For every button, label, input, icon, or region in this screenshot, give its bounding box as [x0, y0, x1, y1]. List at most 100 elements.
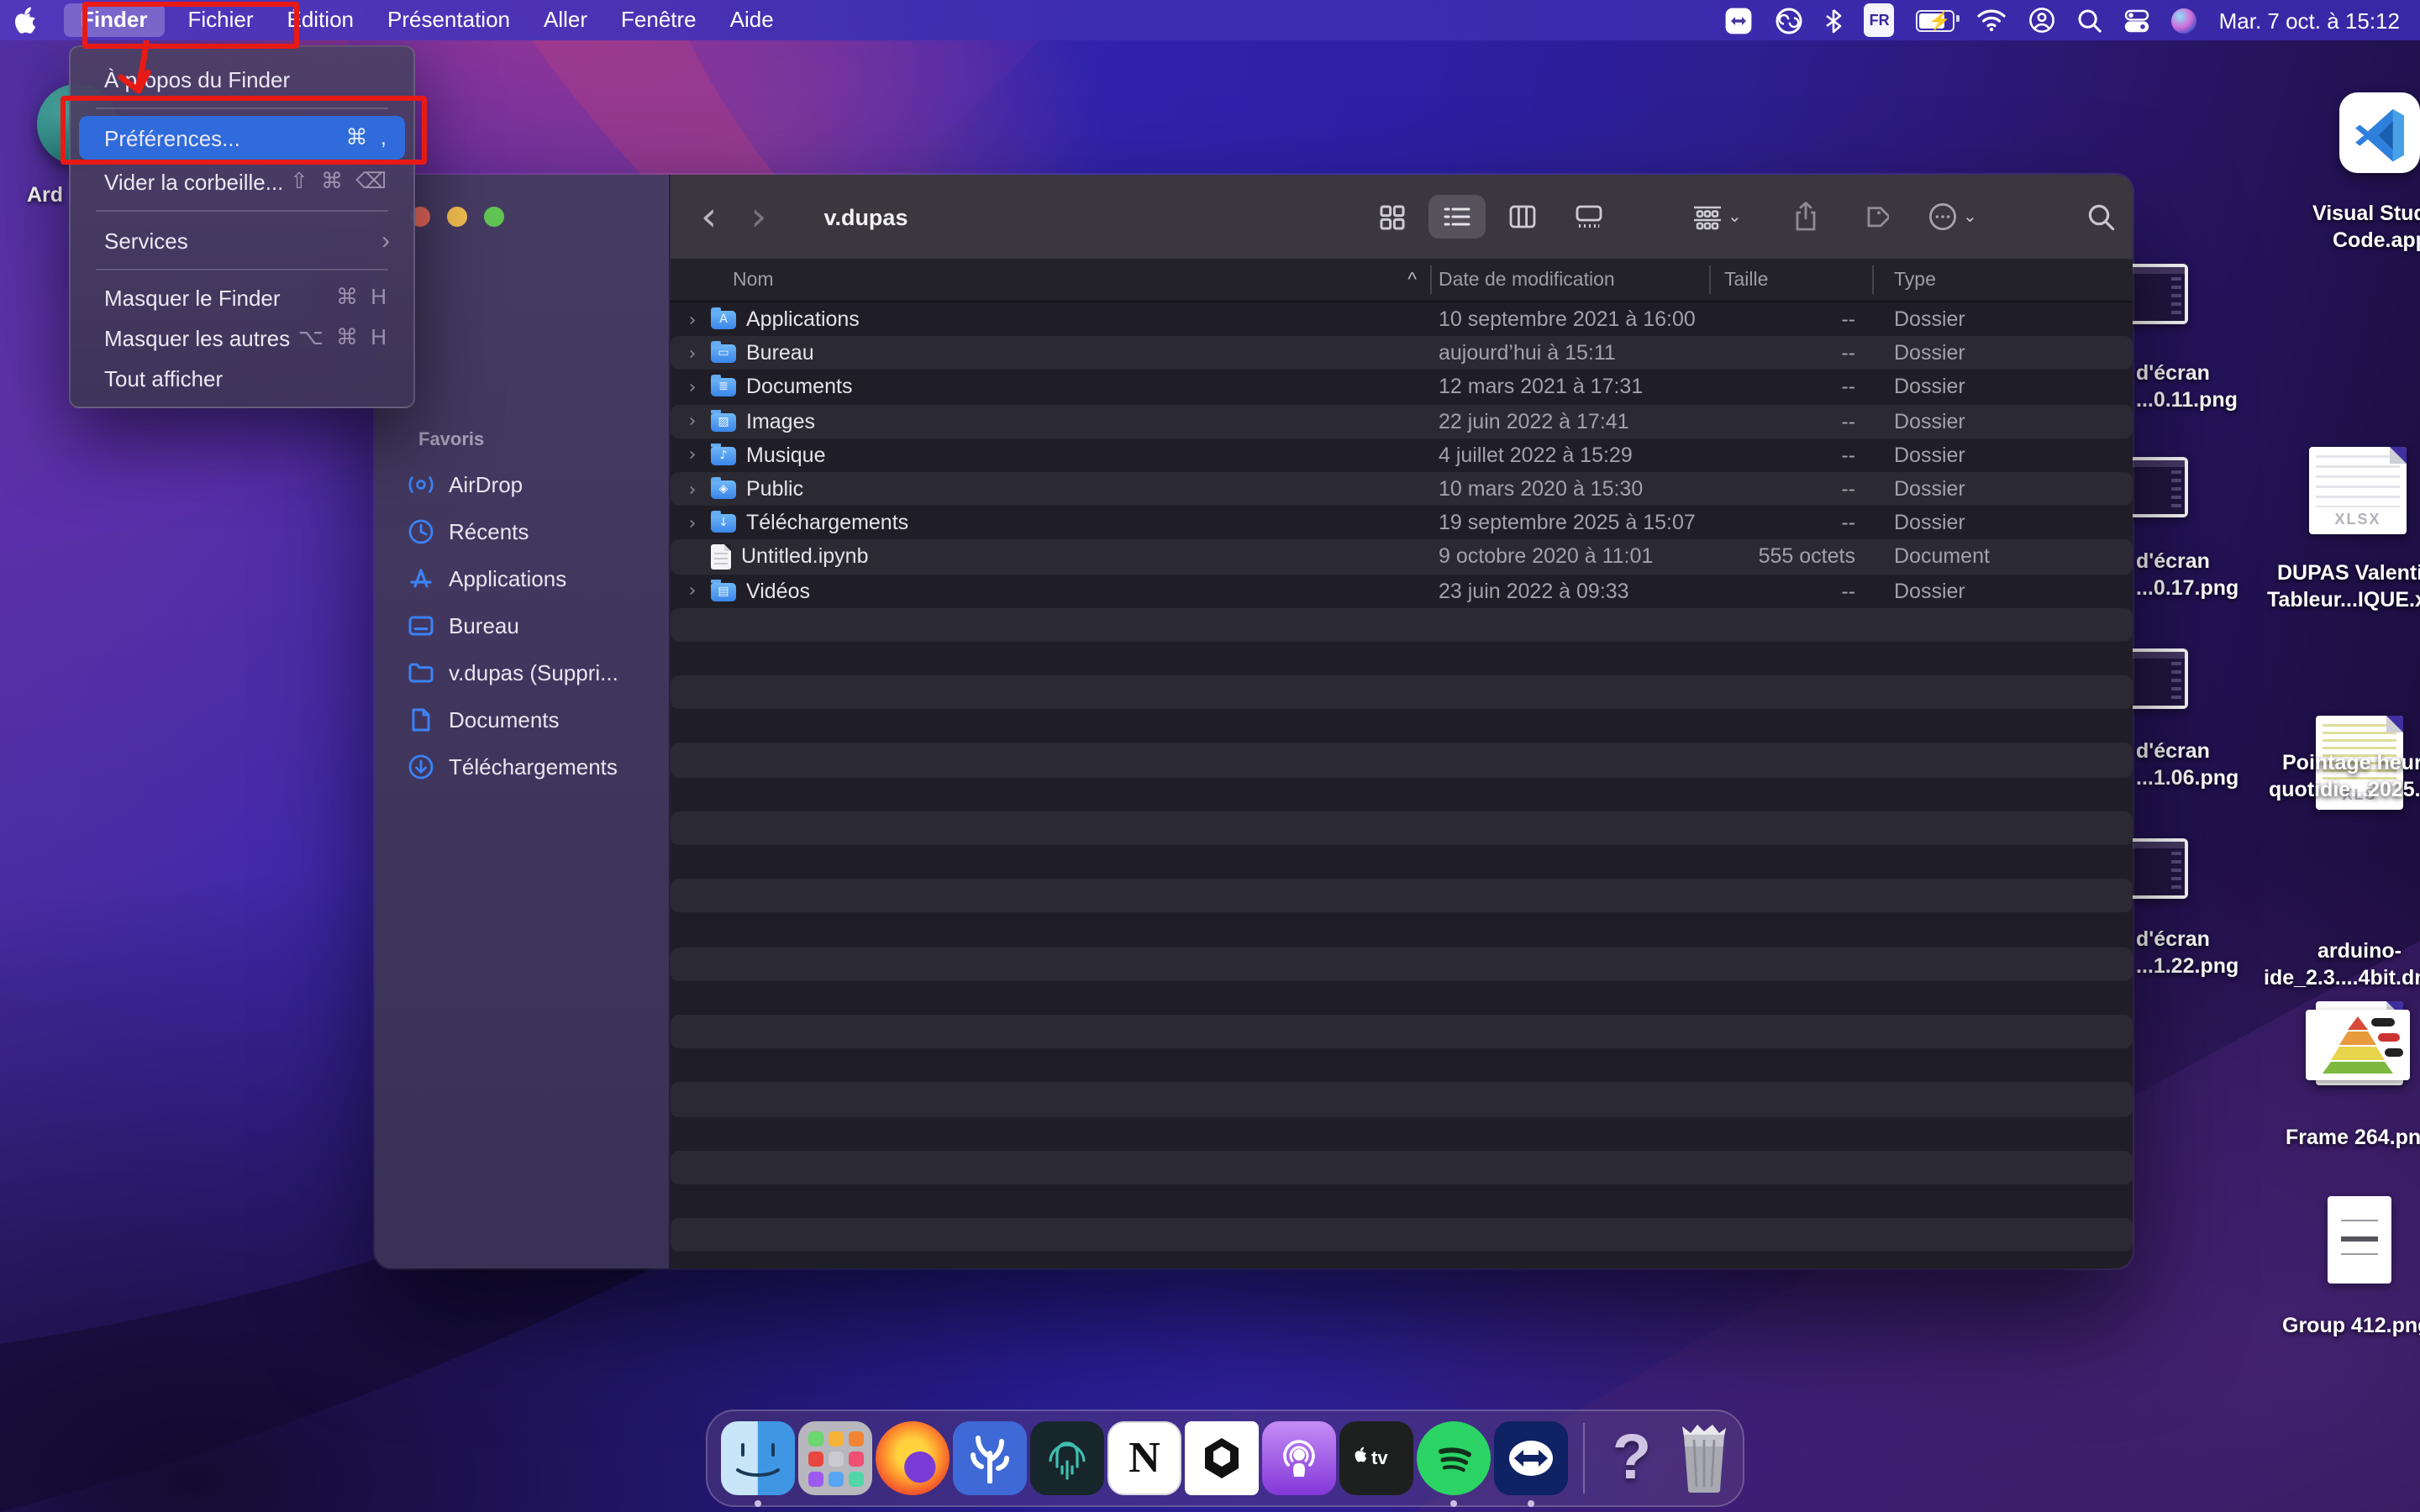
dock: N tv — [706, 1410, 1744, 1507]
menu-finder[interactable]: Finder — [64, 3, 164, 37]
menu-item-a-propos[interactable]: À propos du Finder — [79, 57, 405, 101]
file-row-videos[interactable]: ›▤Vidéos 23 juin 2022 à 09:33--Dossier — [671, 574, 2133, 607]
sidebar-item-recents[interactable]: Récents — [392, 507, 659, 554]
share-button[interactable] — [1793, 202, 1818, 232]
menu-fenetre[interactable]: Fenêtre — [604, 3, 713, 37]
empty-row — [671, 710, 2133, 743]
sidebar-item-airdrop[interactable]: AirDrop — [392, 460, 659, 507]
minimize-button[interactable] — [447, 207, 467, 227]
siri-icon[interactable] — [2172, 8, 2197, 33]
dock-podcasts[interactable] — [1260, 1420, 1338, 1497]
desktop-icon-xlsx[interactable]: XLSX — [2309, 447, 2407, 534]
dock-spotify[interactable] — [1415, 1420, 1492, 1497]
menu-item-services[interactable]: Services› — [79, 218, 405, 262]
column-header-taille[interactable]: Taille — [1724, 270, 1768, 290]
column-header-type[interactable]: Type — [1894, 270, 1936, 290]
dock-apple-tv[interactable]: tv — [1338, 1420, 1415, 1497]
desktop-icon-frame264[interactable] — [2306, 1010, 2410, 1080]
file-row-documents[interactable]: ›≣Documents 12 mars 2021 à 17:31--Dossie… — [671, 370, 2133, 404]
teamviewer-status-icon[interactable] — [1725, 7, 1754, 34]
file-row-musique[interactable]: ›♪Musique 4 juillet 2022 à 15:29--Dossie… — [671, 438, 2133, 472]
sidebar-item-label: Récents — [449, 518, 529, 543]
menu-aller[interactable]: Aller — [527, 3, 604, 37]
grid-view-icon — [1379, 204, 1404, 229]
empty-row — [671, 642, 2133, 675]
menu-item-masquer-autres[interactable]: Masquer les autres⌥ ⌘ H — [79, 318, 405, 358]
sidebar-item-documents[interactable]: Documents — [392, 696, 659, 743]
pyramid-thumbnail-icon — [2311, 1015, 2405, 1075]
sidebar-item-label: v.dupas (Suppri... — [449, 659, 618, 685]
file-row-telechargements[interactable]: ›↓Téléchargements 19 septembre 2025 à 15… — [671, 506, 2133, 539]
file-row-public[interactable]: ›◈Public 10 mars 2020 à 15:30--Dossier — [671, 472, 2133, 506]
window-title: v.dupas — [823, 204, 908, 229]
file-row-images[interactable]: ›▨Images 22 juin 2022 à 17:41--Dossier — [671, 404, 2133, 438]
search-button[interactable] — [2087, 202, 2116, 231]
document-icon — [405, 704, 435, 734]
dock-unity[interactable] — [1183, 1420, 1260, 1497]
empty-row — [671, 913, 2133, 947]
back-button[interactable]: ‹ — [701, 175, 717, 259]
user-account-status-icon[interactable] — [2029, 7, 2056, 34]
menu-item-masquer-finder[interactable]: Masquer le Finder⌘ H — [79, 277, 405, 318]
battery-status-icon[interactable]: ⚡ — [1917, 7, 1955, 34]
input-source-badge[interactable]: FR — [1865, 3, 1895, 37]
apple-menu[interactable] — [0, 7, 50, 34]
bluetooth-status-icon[interactable] — [1826, 7, 1843, 34]
tags-button[interactable] — [1860, 202, 1889, 231]
menu-presentation[interactable]: Présentation — [371, 3, 527, 37]
more-actions-button[interactable]: ⌄ — [1928, 202, 1977, 232]
clock-icon — [405, 516, 435, 546]
icon-view-button[interactable] — [1363, 195, 1420, 239]
wifi-status-icon[interactable] — [1977, 7, 2007, 34]
column-header-nom[interactable]: Nom — [733, 270, 774, 290]
zoom-button[interactable] — [484, 207, 504, 227]
dock-teamviewer[interactable] — [1492, 1420, 1570, 1497]
empty-row — [671, 981, 2133, 1015]
launchpad-icon — [798, 1421, 872, 1495]
empty-row — [671, 1150, 2133, 1184]
control-center-icon[interactable] — [2125, 7, 2150, 34]
column-view-icon — [1509, 205, 1536, 228]
dock-firefox[interactable] — [874, 1420, 951, 1497]
menu-bar-clock[interactable]: Mar. 7 oct. à 15:12 — [2219, 8, 2400, 33]
column-view-button[interactable] — [1494, 195, 1551, 239]
dock-finder[interactable] — [719, 1420, 797, 1497]
list-view-button[interactable] — [1428, 195, 1486, 239]
sidebar-item-applications[interactable]: Applications — [392, 554, 659, 601]
file-row-applications[interactable]: ›AApplications 10 septembre 2021 à 16:00… — [671, 302, 2133, 336]
desktop-icon-group412[interactable] — [2328, 1196, 2391, 1284]
adobe-cc-status-icon[interactable] — [1776, 7, 1804, 34]
empty-row — [671, 1083, 2133, 1116]
sort-indicator-icon: ^ — [1407, 270, 1430, 290]
file-row-untitled-ipynb[interactable]: Untitled.ipynb 9 octobre 2020 à 11:01555… — [671, 540, 2133, 574]
sidebar-item-telechargements[interactable]: Téléchargements — [392, 743, 659, 790]
dock-trash[interactable] — [1665, 1420, 1743, 1497]
file-list: ›AApplications 10 septembre 2021 à 16:00… — [671, 302, 2133, 1268]
dock-coral[interactable] — [951, 1420, 1028, 1497]
dmg-label-line2: ide_2.3....4bit.dmg — [2264, 966, 2420, 990]
gallery-view-button[interactable] — [1560, 195, 1617, 239]
desktop-icon-vscode[interactable] — [2339, 92, 2420, 173]
dock-notion[interactable]: N — [1106, 1420, 1183, 1497]
unity-icon — [1185, 1421, 1259, 1495]
trash-full-icon — [1672, 1423, 1736, 1494]
menu-aide[interactable]: Aide — [713, 3, 791, 37]
menu-item-preferences[interactable]: Préférences...⌘ , — [79, 116, 405, 160]
finder-dropdown-menu: À propos du Finder Préférences...⌘ , Vid… — [69, 45, 415, 408]
menu-item-vider-corbeille[interactable]: Vider la corbeille...⇧ ⌘ ⌫ — [79, 160, 405, 203]
dock-launchpad[interactable] — [797, 1420, 874, 1497]
menu-edition[interactable]: Édition — [271, 3, 371, 37]
menu-item-tout-afficher[interactable]: Tout afficher — [79, 358, 405, 398]
file-row-bureau[interactable]: ›▭Bureau aujourd’hui à 15:11--Dossier — [671, 336, 2133, 370]
menu-fichier[interactable]: Fichier — [171, 3, 270, 37]
sidebar-item-bureau[interactable]: Bureau — [392, 601, 659, 648]
dock-gitkraken[interactable] — [1028, 1420, 1106, 1497]
forward-button[interactable]: › — [750, 175, 766, 259]
sidebar-item-vdupas[interactable]: v.dupas (Suppri... — [392, 648, 659, 696]
spotlight-search-icon[interactable] — [2078, 7, 2103, 34]
group-by-button[interactable]: ⌄ — [1692, 204, 1742, 229]
tag-icon — [1860, 202, 1889, 231]
column-header-date[interactable]: Date de modification — [1439, 270, 1615, 290]
empty-row — [671, 675, 2133, 709]
dock-missing-app[interactable]: ? — [1598, 1420, 1665, 1497]
